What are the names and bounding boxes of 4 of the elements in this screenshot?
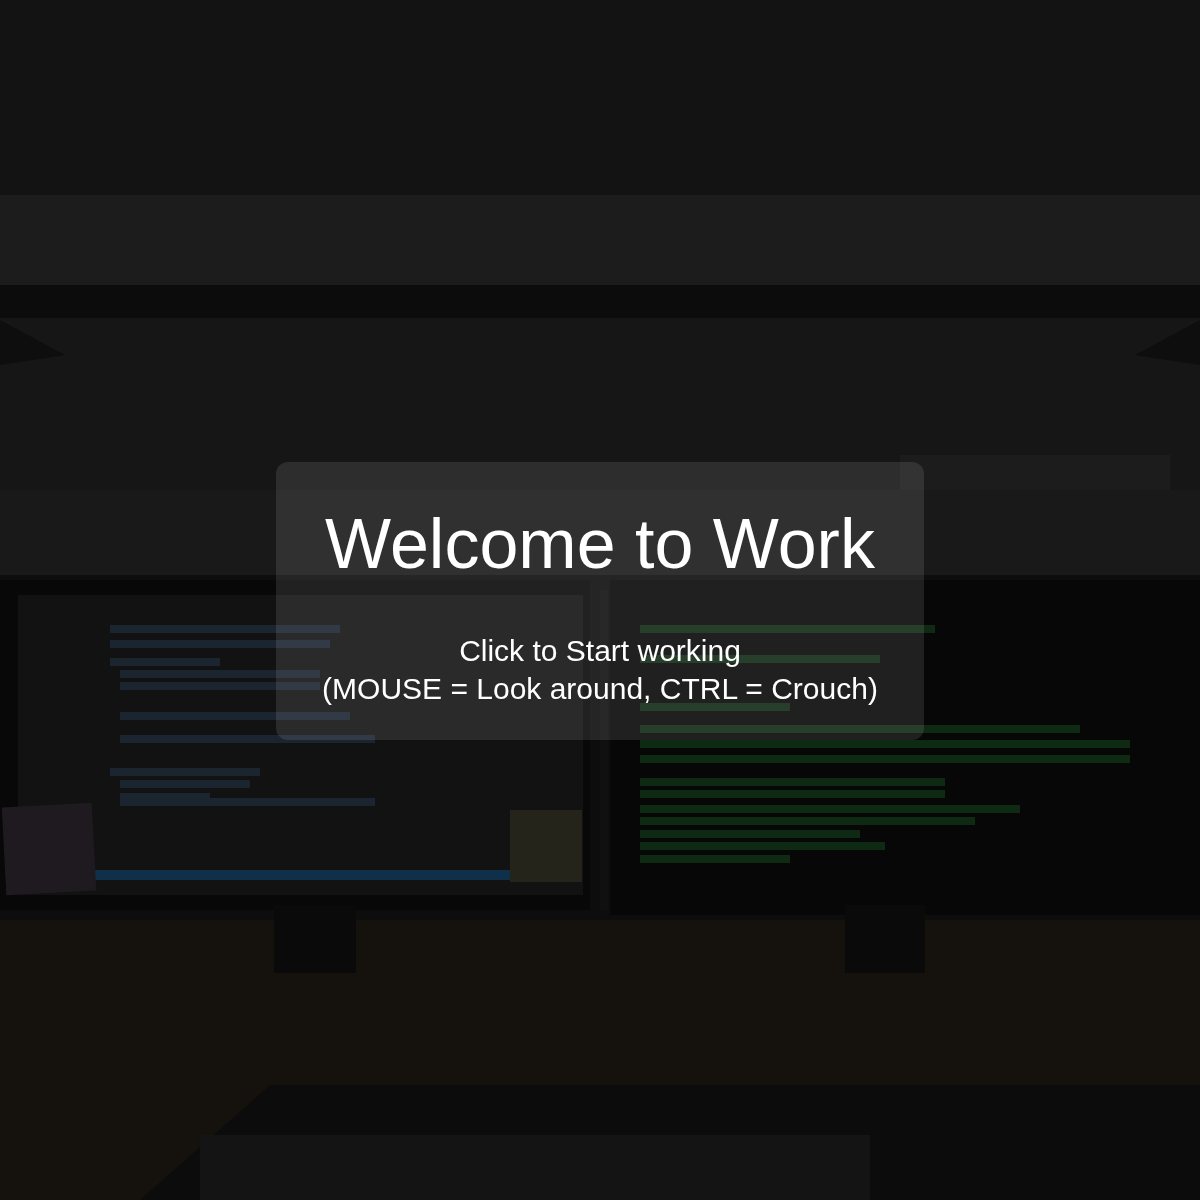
instruction-text: (MOUSE = Look around, CTRL = Crouch) (322, 671, 878, 707)
overlay-title: Welcome to Work (325, 504, 875, 585)
start-overlay-panel[interactable]: Welcome to Work Click to Start working (MOUSE = Look around, CTRL = Crouch) (276, 462, 924, 740)
instruction-text: Click to Start working (459, 633, 741, 669)
